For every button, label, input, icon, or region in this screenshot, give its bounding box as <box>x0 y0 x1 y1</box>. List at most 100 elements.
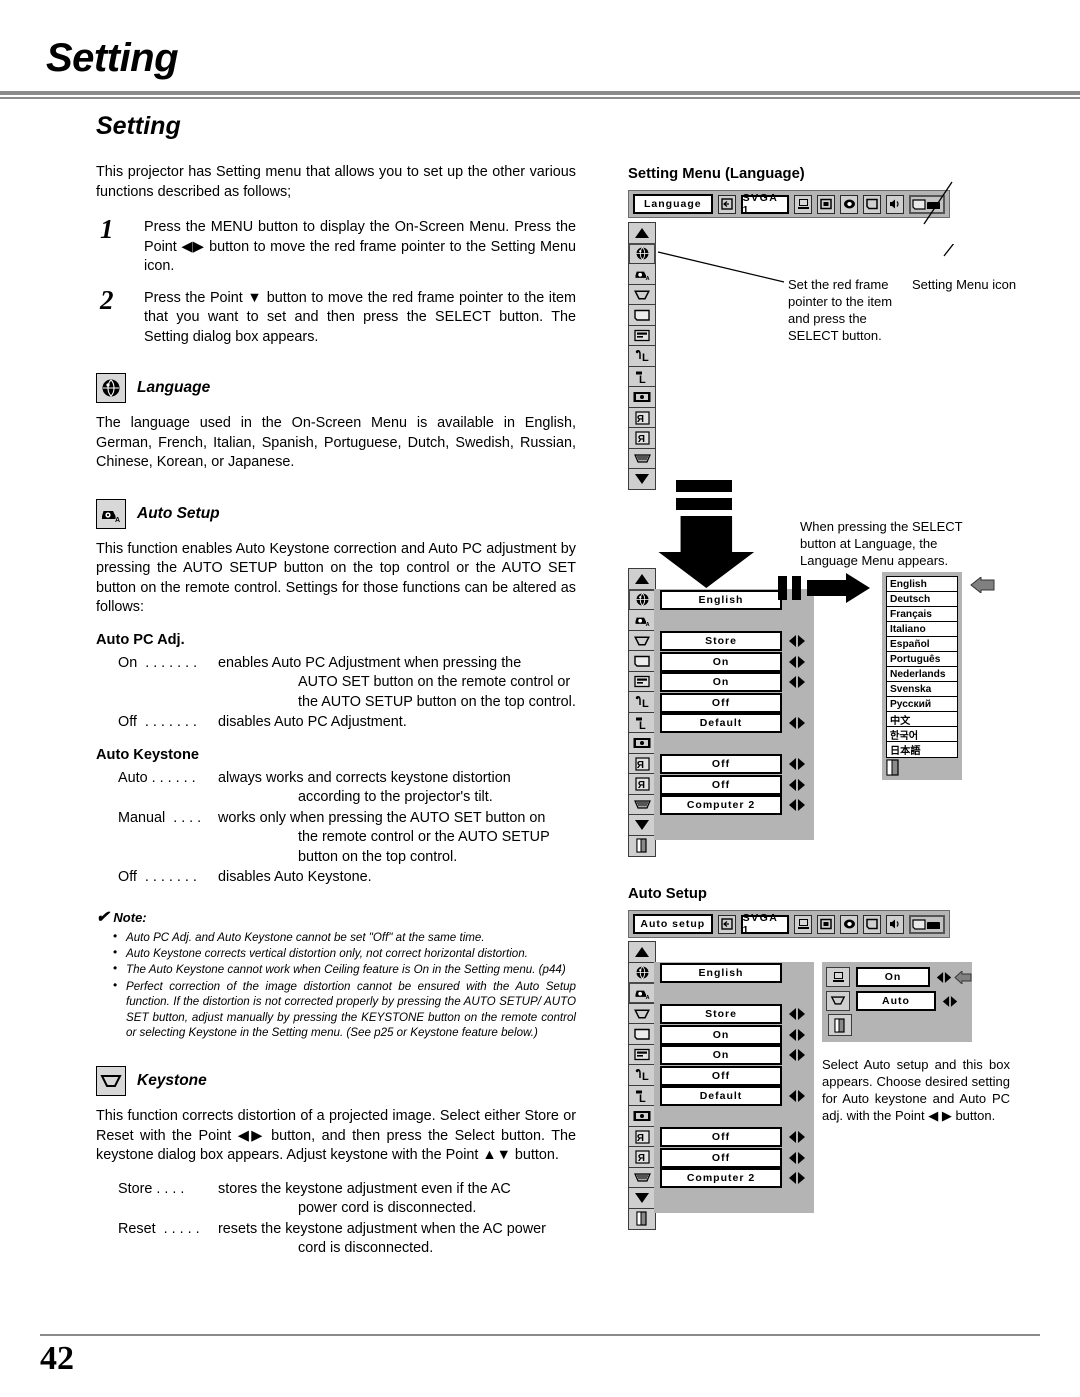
menu-value[interactable]: Store <box>660 631 782 651</box>
rail-logo-icon[interactable]: L <box>628 1064 656 1086</box>
menu-row[interactable]: Store <box>654 630 814 652</box>
menu-row[interactable]: Off <box>654 774 814 796</box>
left-right-arrows-icon[interactable] <box>787 1150 807 1166</box>
rail-ceiling-icon[interactable]: L <box>628 1084 656 1107</box>
scroll-down-icon[interactable] <box>628 1187 656 1209</box>
left-right-arrows-icon[interactable] <box>787 1129 807 1145</box>
left-right-arrows-icon[interactable] <box>941 994 959 1009</box>
menu-row[interactable]: On <box>654 1024 814 1046</box>
rail-auto-setup-icon[interactable]: A <box>628 609 656 631</box>
image-select-icon[interactable] <box>817 914 835 934</box>
left-right-arrows-icon[interactable] <box>787 1006 807 1022</box>
menu-value[interactable]: Off <box>660 1147 782 1168</box>
screen-icon[interactable] <box>863 914 881 934</box>
rail-globe-icon[interactable] <box>628 242 656 265</box>
rail-lamp-icon[interactable] <box>628 793 656 816</box>
quit-icon[interactable] <box>886 759 958 776</box>
rail-keystone-icon[interactable] <box>628 629 656 652</box>
image-adjust-icon[interactable] <box>840 194 858 214</box>
scroll-up-icon[interactable] <box>628 941 656 963</box>
menu-value[interactable]: Default <box>660 713 782 733</box>
quit-icon[interactable] <box>628 834 656 857</box>
left-right-arrows-icon[interactable] <box>935 970 953 985</box>
menu-row[interactable]: Off <box>654 1147 814 1169</box>
menu-row[interactable]: Off <box>654 692 814 714</box>
rail-keystone-icon[interactable] <box>628 1002 656 1025</box>
menu-row[interactable]: Computer 2 <box>654 794 814 816</box>
scroll-down-icon[interactable] <box>628 814 656 836</box>
menu-value[interactable]: Off <box>660 692 782 713</box>
menu-row[interactable]: Off <box>654 1126 814 1148</box>
rail-globe-icon[interactable] <box>628 588 656 611</box>
rail-globe-icon[interactable] <box>628 961 656 984</box>
sound-icon[interactable] <box>886 914 904 934</box>
left-right-arrows-icon[interactable] <box>787 756 807 772</box>
menu-row[interactable]: On <box>654 651 814 673</box>
menu-value[interactable]: On <box>660 651 782 672</box>
input-icon[interactable] <box>717 194 736 214</box>
menu-value[interactable]: On <box>660 1045 782 1065</box>
pc-adjust-icon[interactable] <box>794 914 812 934</box>
rail-rear-icon[interactable]: R <box>628 406 656 429</box>
rail-security-icon[interactable] <box>628 386 656 408</box>
dialog-value[interactable]: Auto <box>856 991 936 1011</box>
menu-value[interactable]: Off <box>660 754 782 774</box>
menu-value[interactable]: English <box>660 590 782 610</box>
rail-security-icon[interactable] <box>628 1105 656 1127</box>
menu-row[interactable]: On <box>654 671 814 693</box>
rail-security-icon[interactable] <box>628 732 656 754</box>
rail-mirror-icon[interactable]: R <box>628 427 656 449</box>
setting-icon[interactable] <box>909 914 945 934</box>
dialog-row-auto-keystone[interactable]: Auto <box>826 990 972 1012</box>
rail-auto-setup-icon[interactable]: A <box>628 982 656 1004</box>
left-right-arrows-icon[interactable] <box>787 797 807 813</box>
quit-icon[interactable] <box>828 1014 972 1038</box>
left-right-arrows-icon[interactable] <box>787 674 807 690</box>
rail-display-icon[interactable] <box>628 670 656 693</box>
menu-value[interactable]: Store <box>660 1004 782 1024</box>
menu-row[interactable]: Off <box>654 753 814 775</box>
scroll-up-icon[interactable] <box>628 568 656 590</box>
left-right-arrows-icon[interactable] <box>787 1088 807 1104</box>
language-item-japanese[interactable]: 日本語 <box>886 741 958 758</box>
menu-value[interactable]: Off <box>660 1127 782 1147</box>
left-right-arrows-icon[interactable] <box>787 1027 807 1043</box>
rail-blue-back-icon[interactable] <box>628 1023 656 1045</box>
rail-ceiling-icon[interactable]: L <box>628 365 656 388</box>
pc-adjust-icon[interactable] <box>794 194 812 214</box>
dialog-row-auto-pc-adj[interactable]: On <box>826 966 972 988</box>
rail-mirror-icon[interactable]: R <box>628 773 656 795</box>
rail-lamp-icon[interactable] <box>628 1166 656 1189</box>
rail-display-icon[interactable] <box>628 324 656 347</box>
menu-value[interactable]: English <box>660 963 782 983</box>
rail-ceiling-icon[interactable]: L <box>628 711 656 734</box>
left-right-arrows-icon[interactable] <box>787 777 807 793</box>
menu-row[interactable]: Store <box>654 1003 814 1025</box>
rail-mirror-icon[interactable]: R <box>628 1146 656 1168</box>
rail-rear-icon[interactable]: R <box>628 752 656 775</box>
sound-icon[interactable] <box>886 194 904 214</box>
left-right-arrows-icon[interactable] <box>787 1047 807 1063</box>
left-right-arrows-icon[interactable] <box>787 654 807 670</box>
rail-blue-back-icon[interactable] <box>628 304 656 326</box>
menu-row[interactable]: Computer 2 <box>654 1167 814 1189</box>
menu-value[interactable]: Off <box>660 774 782 795</box>
menu-value[interactable]: On <box>660 672 782 692</box>
menu-row[interactable]: English <box>654 962 814 984</box>
screen-icon[interactable] <box>863 194 881 214</box>
rail-logo-icon[interactable]: L <box>628 345 656 367</box>
input-icon[interactable] <box>717 914 736 934</box>
dialog-value[interactable]: On <box>856 967 930 987</box>
scroll-down-icon[interactable] <box>628 468 656 490</box>
rail-display-icon[interactable] <box>628 1043 656 1066</box>
left-right-arrows-icon[interactable] <box>787 633 807 649</box>
rail-auto-setup-icon[interactable]: A <box>628 263 656 285</box>
menu-value[interactable]: On <box>660 1024 782 1045</box>
rail-logo-icon[interactable]: L <box>628 691 656 713</box>
rail-lamp-icon[interactable] <box>628 447 656 470</box>
image-adjust-icon[interactable] <box>840 914 858 934</box>
menu-row[interactable]: On <box>654 1044 814 1066</box>
menu-row[interactable]: Default <box>654 1085 814 1107</box>
menu-row[interactable]: Default <box>654 712 814 734</box>
rail-keystone-icon[interactable] <box>628 283 656 306</box>
